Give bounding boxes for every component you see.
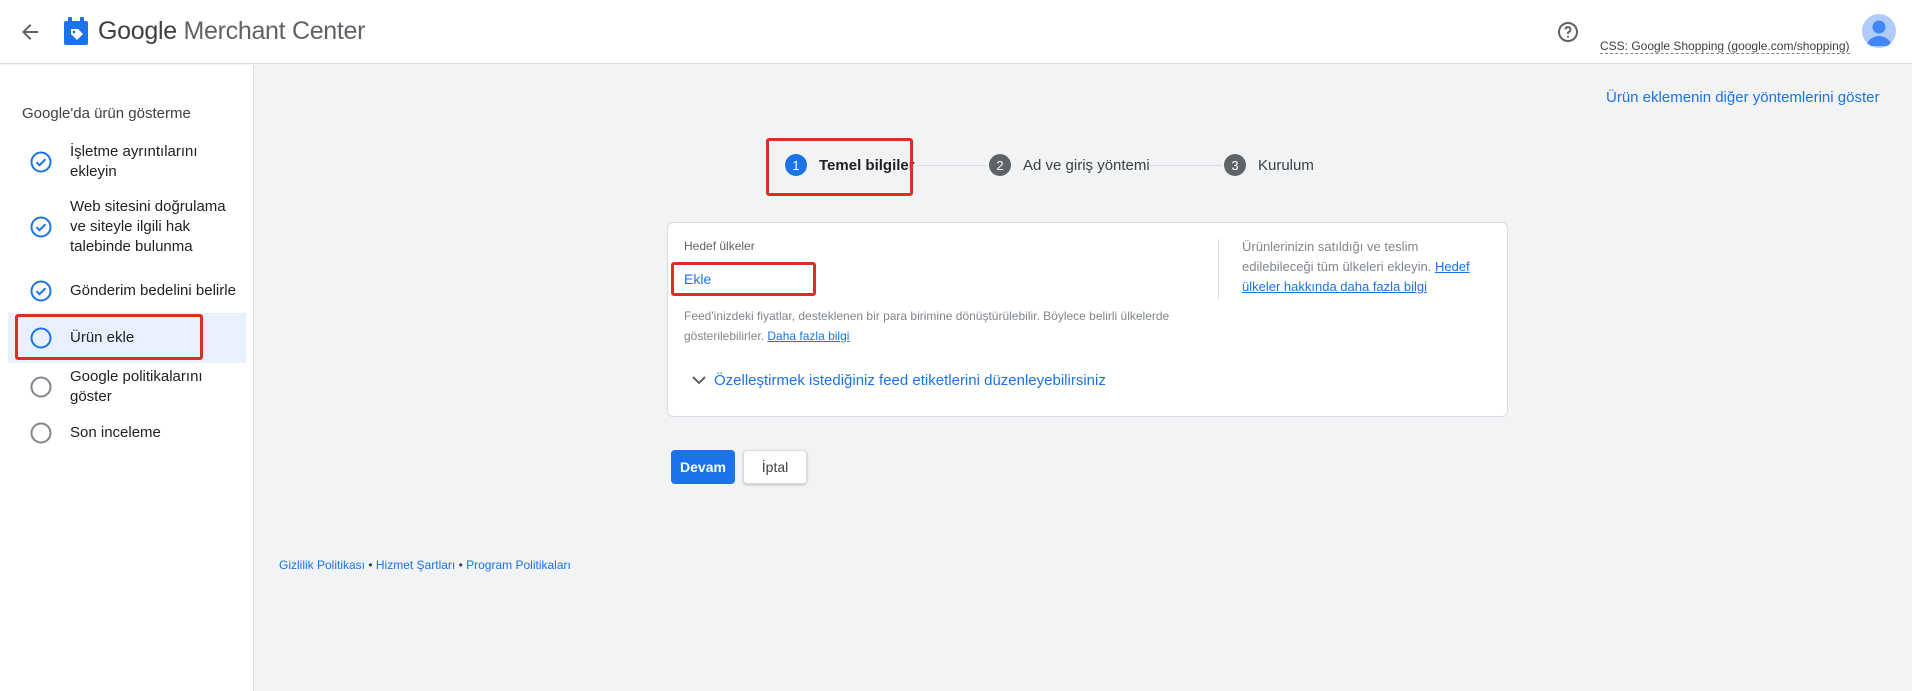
feed-labels-expander-label: Özelleştirmek istediğiniz feed etiketler… [714, 371, 1106, 389]
sidebar-step-label: Google politikalarını göster [70, 368, 203, 405]
sidebar-step-label: Ürün ekle [70, 329, 135, 346]
back-arrow-icon[interactable] [18, 20, 42, 44]
continue-button[interactable]: Devam [671, 450, 735, 484]
sidebar-step-label: Son inceleme [70, 424, 161, 441]
stepper-number: 2 [989, 154, 1011, 176]
stepper-connector [916, 165, 986, 166]
empty-circle-icon [30, 422, 52, 444]
check-circle-icon [30, 280, 52, 302]
sidebar-step-policies[interactable]: Google politikalarını göster [8, 365, 246, 409]
top-app-bar: Google Merchant Center CSS: Google Shopp… [0, 0, 1912, 64]
stepper-step-name-input[interactable]: 2 Ad ve giriş yöntemi [989, 154, 1150, 176]
stepper-label: Ad ve giriş yöntemi [1023, 156, 1150, 174]
brand-google: Google [98, 17, 177, 45]
avatar[interactable] [1862, 14, 1896, 48]
target-countries-card: Hedef ülkeler Ekle Feed'inizdeki fiyatla… [667, 222, 1508, 417]
sidebar-step-business-details[interactable]: İşletme ayrıntılarını ekleyin [8, 142, 246, 182]
stepper-number: 1 [785, 154, 807, 176]
cancel-button[interactable]: İptal [743, 450, 807, 484]
sidebar-step-final-review[interactable]: Son inceleme [8, 413, 246, 453]
empty-circle-icon [30, 376, 52, 398]
add-country-link[interactable]: Ekle [684, 271, 711, 287]
sidebar-step-label: Web sitesini doğrulama ve siteyle ilgili… [70, 198, 226, 255]
chevron-down-icon [690, 371, 708, 389]
stepper-label: Kurulum [1258, 156, 1314, 174]
sidebar-step-website-verification[interactable]: Web sitesini doğrulama ve siteyle ilgili… [8, 186, 246, 268]
footer-separator: • [455, 558, 467, 572]
currency-conversion-note: Feed'inizdeki fiyatlar, desteklenen bir … [684, 309, 1170, 343]
target-countries-help: Ürünlerinizin satıldığı ve teslim edileb… [1242, 239, 1470, 294]
learn-more-link[interactable]: Daha fazla bilgi [767, 329, 849, 343]
program-policies-link[interactable]: Program Politikaları [466, 558, 571, 572]
help-icon[interactable] [1556, 20, 1580, 44]
target-countries-label: Hedef ülkeler [684, 239, 755, 253]
setup-sidebar: Google'da ürün gösterme İşletme ayrıntıl… [0, 65, 254, 691]
feed-labels-expander[interactable]: Özelleştirmek istediğiniz feed etiketler… [690, 371, 1106, 389]
merchant-center-logo-icon [62, 17, 90, 47]
current-step-circle-icon [30, 327, 52, 349]
brand-title: Google Merchant Center [98, 17, 365, 46]
stepper-connector [1148, 165, 1222, 166]
sidebar-step-add-products[interactable]: Ürün ekle [8, 313, 246, 363]
brand-product: Merchant Center [183, 17, 366, 45]
stepper-step-basic-info[interactable]: 1 Temel bilgiler [785, 154, 915, 176]
footer-links: Gizlilik Politikası • Hizmet Şartları • … [279, 558, 571, 572]
footer-separator: • [365, 558, 376, 572]
other-methods-link[interactable]: Ürün eklemenin diğer yöntemlerini göster [1606, 89, 1879, 106]
sidebar-step-label: İşletme ayrıntılarını ekleyin [70, 143, 198, 180]
terms-of-service-link[interactable]: Hizmet Şartları [376, 558, 455, 572]
card-divider [1218, 239, 1219, 299]
stepper-step-setup[interactable]: 3 Kurulum [1224, 154, 1314, 176]
check-circle-icon [30, 151, 52, 173]
privacy-policy-link[interactable]: Gizlilik Politikası [279, 558, 365, 572]
stepper-label: Temel bilgiler [819, 156, 915, 174]
sidebar-title: Google'da ürün gösterme [22, 105, 191, 122]
sidebar-step-shipping[interactable]: Gönderim bedelini belirle [8, 271, 246, 311]
account-selector[interactable]: CSS: Google Shopping (google.com/shoppin… [1600, 39, 1850, 54]
stepper-number: 3 [1224, 154, 1246, 176]
sidebar-step-label: Gönderim bedelini belirle [70, 282, 236, 299]
check-circle-icon [30, 216, 52, 238]
